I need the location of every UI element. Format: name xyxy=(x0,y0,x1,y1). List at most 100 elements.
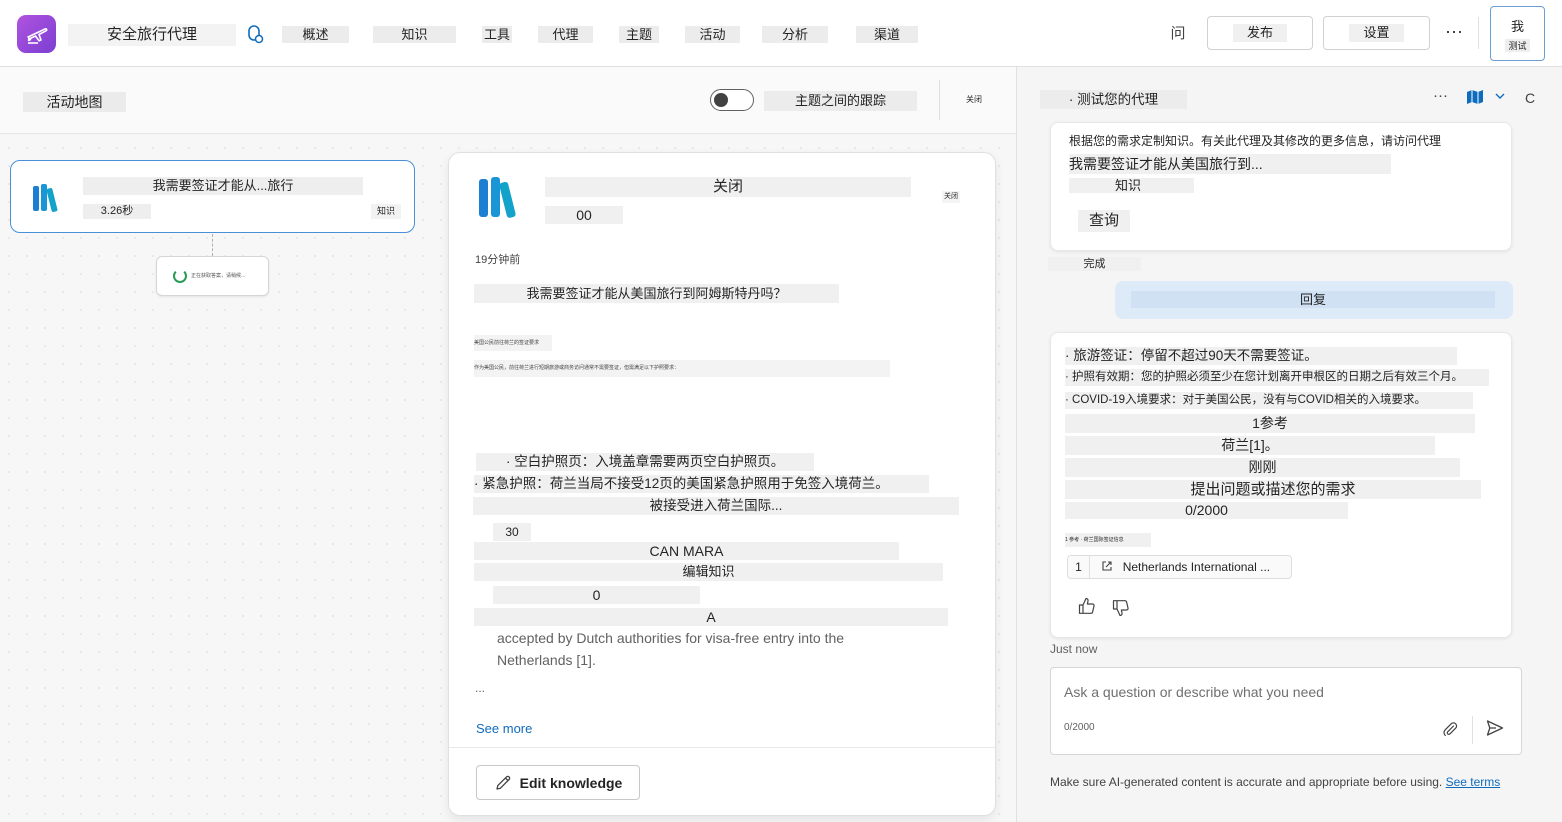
card-query: 我需要签证才能从美国旅行到... xyxy=(1069,154,1391,174)
top-bar: 安全旅行代理 概述 知识 工具 代理 主题 活动 分析 渠道 问 发布 设置 ·… xyxy=(0,0,1562,67)
node-duration: 3.26秒 xyxy=(83,204,151,219)
panel-question: 我需要签证才能从美国旅行到阿姆斯特丹吗？ xyxy=(474,284,839,303)
answer-line: · 护照有效期：您的护照必须至少在您计划离开申根区的日期之后有效三个月。 xyxy=(1065,369,1489,386)
knowledge-activity-card: 根据您的需求定制知识。有关此代理及其修改的更多信息，请访问代理 我需要签证才能从… xyxy=(1050,122,1512,251)
user-message-text: 回复 xyxy=(1131,291,1495,308)
node-type-badge: 知识 xyxy=(371,204,401,219)
tab-topics[interactable]: 主题 xyxy=(619,26,659,43)
chevron-down-icon[interactable] xyxy=(1494,90,1506,105)
map-icon[interactable] xyxy=(1466,89,1484,109)
loading-spinner-icon xyxy=(173,269,187,283)
help-button[interactable]: 问 xyxy=(1166,22,1190,46)
node-title: 我需要签证才能从...旅行 xyxy=(83,177,363,195)
activity-canvas: 活动地图 主题之间的跟踪 关闭 我需要签证才能从...旅行 3.26秒 知识 正… xyxy=(0,67,1016,822)
divider xyxy=(939,80,940,120)
panel-title: 关闭 xyxy=(545,177,911,197)
answer-line: 荷兰[1]。 xyxy=(1065,436,1435,455)
citation-number: 1 xyxy=(1068,556,1090,578)
panel-timestamp: 19分钟前 xyxy=(475,254,521,266)
citation-chip[interactable]: 1 Netherlands International ... xyxy=(1067,555,1292,579)
answer-line: CAN MARA xyxy=(474,542,899,560)
airplane-icon xyxy=(26,28,48,44)
answer-line: · 空白护照页：入境盖章需要两页空白护照页。 xyxy=(476,453,814,471)
publish-button[interactable]: 发布 xyxy=(1207,16,1313,50)
card-source-type: 知识 xyxy=(1069,178,1194,193)
activity-header: 活动地图 主题之间的跟踪 关闭 xyxy=(0,67,1016,134)
test-more-button[interactable]: ··· xyxy=(1433,87,1448,104)
knowledge-books-icon xyxy=(479,177,516,218)
answer-line: 0/2000 xyxy=(1065,502,1348,519)
answer-intro: 作为美国公民，前往荷兰进行短期旅游或商务访问通常不需要签证，但需满足以下护照要求… xyxy=(474,360,890,377)
knowledge-books-icon xyxy=(33,184,58,212)
panel-footer: Edit knowledge xyxy=(449,747,995,815)
send-icon[interactable] xyxy=(1485,718,1505,738)
chat-input-box[interactable]: 0/2000 xyxy=(1050,667,1522,755)
refresh-button[interactable]: C xyxy=(1525,90,1535,106)
tab-agents[interactable]: 代理 xyxy=(538,26,593,43)
settings-button[interactable]: 设置 xyxy=(1323,16,1430,50)
knowledge-node[interactable]: 我需要签证才能从...旅行 3.26秒 知识 xyxy=(10,160,415,233)
loading-node-label: 正在获取答案，请稍候... xyxy=(191,273,246,279)
user-message-bubble: 回复 xyxy=(1115,281,1513,319)
answer-line: 编辑知识 xyxy=(474,563,943,581)
divider xyxy=(1478,17,1479,49)
agent-answer-card: · 旅游签证：停留不超过90天不需要签证。 · 护照有效期：您的护照必须至少在您… xyxy=(1050,332,1512,638)
publish-label: 发布 xyxy=(1232,24,1287,42)
pencil-icon xyxy=(496,775,510,790)
settings-label: 设置 xyxy=(1349,24,1404,42)
attachment-icon[interactable] xyxy=(1441,720,1459,738)
message-timestamp: Just now xyxy=(1050,642,1098,656)
test-agent-button[interactable]: 我 测试 xyxy=(1490,6,1545,61)
topic-tracking-label: 主题之间的跟踪 xyxy=(764,91,917,111)
answer-line: 0 xyxy=(493,586,700,604)
panel-count: 00 xyxy=(545,206,623,224)
disclaimer-text: Make sure AI-generated content is accura… xyxy=(1050,775,1443,789)
tab-knowledge[interactable]: 知识 xyxy=(373,26,456,43)
answer-line: 刚刚 xyxy=(1065,458,1460,477)
answer-line: 提出问题或描述您的需求 xyxy=(1065,480,1481,499)
test-agent-pane: · 测试您的代理 ··· C 根据您的需求定制知识。有关此代理及其修改的更多信息… xyxy=(1016,67,1562,822)
app-logo[interactable] xyxy=(17,15,56,53)
char-counter: 0/2000 xyxy=(1064,722,1095,733)
thumbs-down-icon[interactable] xyxy=(1111,598,1131,618)
answer-line: A xyxy=(474,608,948,626)
citation-title: Netherlands International ... xyxy=(1122,560,1271,574)
tab-analytics[interactable]: 分析 xyxy=(762,26,828,43)
toggle-knob xyxy=(714,93,728,107)
tab-tools[interactable]: 工具 xyxy=(482,26,512,43)
test-icon: 我 xyxy=(1510,19,1524,34)
see-more-link[interactable]: See more xyxy=(476,721,532,733)
status-done: 完成 xyxy=(1048,257,1141,271)
answer-line: 被接受进入荷兰国际... xyxy=(473,497,959,515)
answer-line: 30 xyxy=(493,523,531,541)
thumbs-up-icon[interactable] xyxy=(1077,596,1097,616)
agent-settings-icon[interactable] xyxy=(245,25,265,45)
chat-input[interactable] xyxy=(1064,684,1504,700)
more-options-button[interactable]: ··· xyxy=(1441,20,1467,46)
node-connector xyxy=(212,234,213,256)
tab-activity[interactable]: 活动 xyxy=(685,26,740,43)
divider xyxy=(1472,716,1473,744)
test-label: 测试 xyxy=(1505,39,1530,52)
answer-heading: 美国公民前往荷兰的签证要求 xyxy=(474,335,552,351)
knowledge-detail-panel: 关闭 00 关闭 19分钟前 我需要签证才能从美国旅行到阿姆斯特丹吗？ 美国公民… xyxy=(448,152,996,816)
answer-english-text: accepted by Dutch authorities for visa-f… xyxy=(497,630,845,668)
tab-overview[interactable]: 概述 xyxy=(282,26,349,43)
close-activity-button[interactable]: 关闭 xyxy=(962,93,986,107)
answer-line: · 紧急护照：荷兰当局不接受12页的美国紧急护照用于免签入境荷兰。 xyxy=(474,475,929,493)
edit-knowledge-label: Edit knowledge xyxy=(519,774,623,791)
answer-ellipsis: ... xyxy=(475,681,486,695)
activity-map-title: 活动地图 xyxy=(23,92,126,112)
loading-node[interactable]: 正在获取答案，请稍候... xyxy=(156,256,269,296)
reference-summary: 1 参考 · 荷兰国际签证信息 xyxy=(1065,533,1151,547)
answer-line: · 旅游签证：停留不超过90天不需要签证。 xyxy=(1065,347,1457,365)
edit-knowledge-button[interactable]: Edit knowledge xyxy=(476,765,640,800)
query-button[interactable]: 查询 xyxy=(1078,210,1130,232)
tab-channels[interactable]: 渠道 xyxy=(856,26,918,43)
card-description: 根据您的需求定制知识。有关此代理及其修改的更多信息，请访问代理 xyxy=(1069,134,1442,148)
agent-name[interactable]: 安全旅行代理 xyxy=(68,24,236,46)
close-panel-button[interactable]: 关闭 xyxy=(942,191,960,203)
see-terms-link[interactable]: See terms xyxy=(1446,775,1501,789)
ai-disclaimer: Make sure AI-generated content is accura… xyxy=(1050,774,1520,791)
topic-tracking-toggle[interactable] xyxy=(710,89,754,111)
